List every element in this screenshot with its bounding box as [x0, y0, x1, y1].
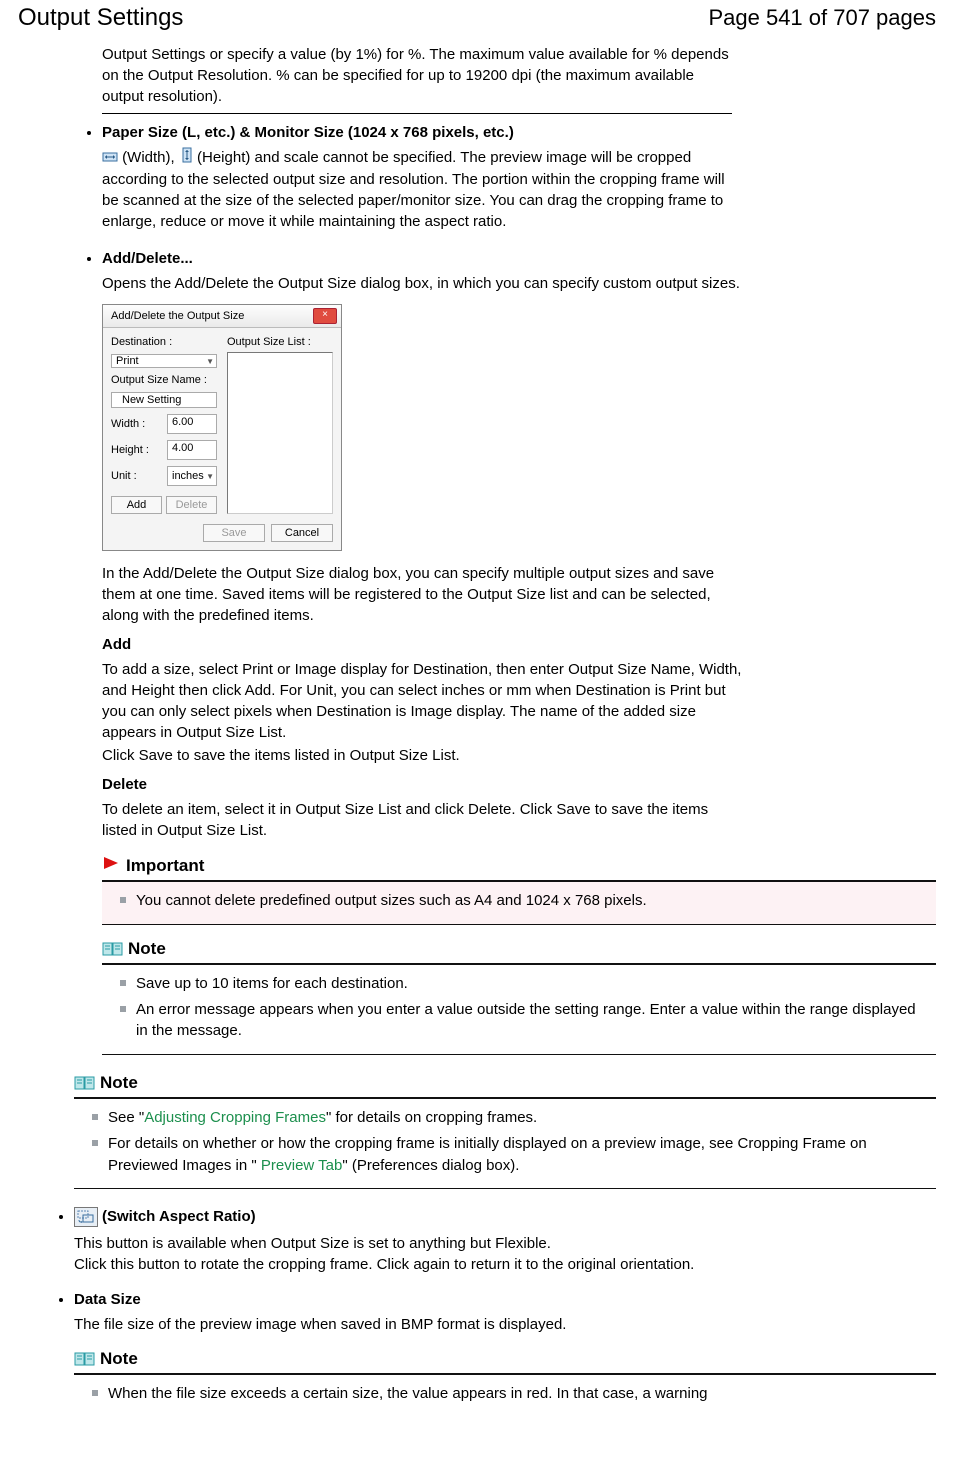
switch-text-2: Click this button to rotate the cropping… — [74, 1254, 714, 1275]
delete-subheading: Delete — [102, 776, 936, 793]
note-box-2: Note See "Adjusting Cropping Frames" for… — [74, 1073, 936, 1189]
page-title: Output Settings — [18, 4, 183, 32]
height-icon — [179, 147, 193, 169]
book-icon — [74, 1075, 96, 1091]
data-size-heading: Data Size — [74, 1291, 141, 1308]
output-size-name-label: Output Size Name : — [111, 374, 217, 386]
add-delete-intro: Opens the Add/Delete the Output Size dia… — [102, 273, 742, 294]
intro-paragraph: Output Settings or specify a value (by 1… — [102, 44, 732, 114]
chevron-down-icon: ▼ — [206, 472, 214, 481]
add-text-1: To add a size, select Print or Image dis… — [102, 659, 742, 743]
cancel-button[interactable]: Cancel — [271, 524, 333, 542]
note-label: Note — [100, 1073, 138, 1093]
width-label: Width : — [111, 418, 161, 430]
note-item: For details on whether or how the croppi… — [92, 1133, 930, 1177]
add-text-2: Click Save to save the items listed in O… — [102, 745, 742, 766]
note-item: When the file size exceeds a certain siz… — [92, 1383, 930, 1405]
height-label: Height : — [111, 444, 161, 456]
switch-text-1: This button is available when Output Siz… — [74, 1233, 714, 1254]
output-size-list[interactable] — [227, 352, 333, 514]
section-paper-size: Paper Size (L, etc.) & Monitor Size (102… — [102, 124, 936, 232]
unit-select[interactable]: inches▼ — [167, 466, 217, 486]
book-icon — [102, 941, 124, 957]
switch-aspect-ratio-icon — [74, 1207, 98, 1227]
width-input[interactable]: 6.00 — [167, 414, 217, 434]
height-input[interactable]: 4.00 — [167, 440, 217, 460]
switch-heading: (Switch Aspect Ratio) — [102, 1208, 256, 1225]
destination-select[interactable]: Print▼ — [111, 354, 217, 368]
destination-label: Destination : — [111, 336, 217, 348]
add-delete-dialog: Add/Delete the Output Size × Destination… — [102, 304, 342, 551]
section-data-size: Data Size The file size of the preview i… — [74, 1291, 936, 1405]
book-icon — [74, 1351, 96, 1367]
paper-size-heading: Paper Size (L, etc.) & Monitor Size (102… — [102, 124, 514, 141]
delete-text: To delete an item, select it in Output S… — [102, 799, 742, 841]
add-button[interactable]: Add — [111, 496, 162, 514]
note-label: Note — [100, 1349, 138, 1369]
note-box-1: Note Save up to 10 items for each destin… — [102, 939, 936, 1055]
dialog-title: Add/Delete the Output Size — [111, 310, 244, 322]
output-size-list-label: Output Size List : — [227, 336, 333, 348]
data-size-text: The file size of the preview image when … — [74, 1314, 714, 1335]
page-header: Output Settings Page 541 of 707 pages — [18, 0, 936, 44]
chevron-down-icon: ▼ — [206, 357, 214, 366]
paper-text-pre: (Width), — [118, 149, 179, 166]
page-number: Page 541 of 707 pages — [708, 5, 936, 31]
important-label: Important — [126, 856, 204, 876]
delete-button[interactable]: Delete — [166, 496, 217, 514]
link-adjusting-cropping-frames[interactable]: Adjusting Cropping Frames — [144, 1109, 326, 1126]
note-label: Note — [128, 939, 166, 959]
output-size-name-input[interactable]: New Setting — [111, 392, 217, 408]
close-icon[interactable]: × — [313, 308, 337, 324]
save-button[interactable]: Save — [203, 524, 265, 542]
important-item: You cannot delete predefined output size… — [120, 890, 930, 912]
after-dialog-text: In the Add/Delete the Output Size dialog… — [102, 563, 742, 626]
important-box: Important You cannot delete predefined o… — [102, 855, 936, 925]
section-switch-aspect-ratio: (Switch Aspect Ratio) This button is ava… — [74, 1207, 936, 1275]
section-add-delete: Add/Delete... Opens the Add/Delete the O… — [102, 250, 936, 1055]
link-preview-tab[interactable]: Preview Tab — [261, 1157, 342, 1174]
add-delete-heading: Add/Delete... — [102, 250, 193, 267]
flag-icon — [102, 855, 122, 876]
note-item: Save up to 10 items for each destination… — [120, 973, 930, 995]
note-box-3: Note When the file size exceeds a certai… — [74, 1349, 936, 1405]
add-subheading: Add — [102, 636, 936, 653]
note-item: See "Adjusting Cropping Frames" for deta… — [92, 1107, 930, 1129]
unit-label: Unit : — [111, 470, 161, 482]
width-icon — [102, 148, 118, 169]
note-item: An error message appears when you enter … — [120, 999, 930, 1043]
paper-text-body: (Height) and scale cannot be specified. … — [102, 149, 725, 230]
